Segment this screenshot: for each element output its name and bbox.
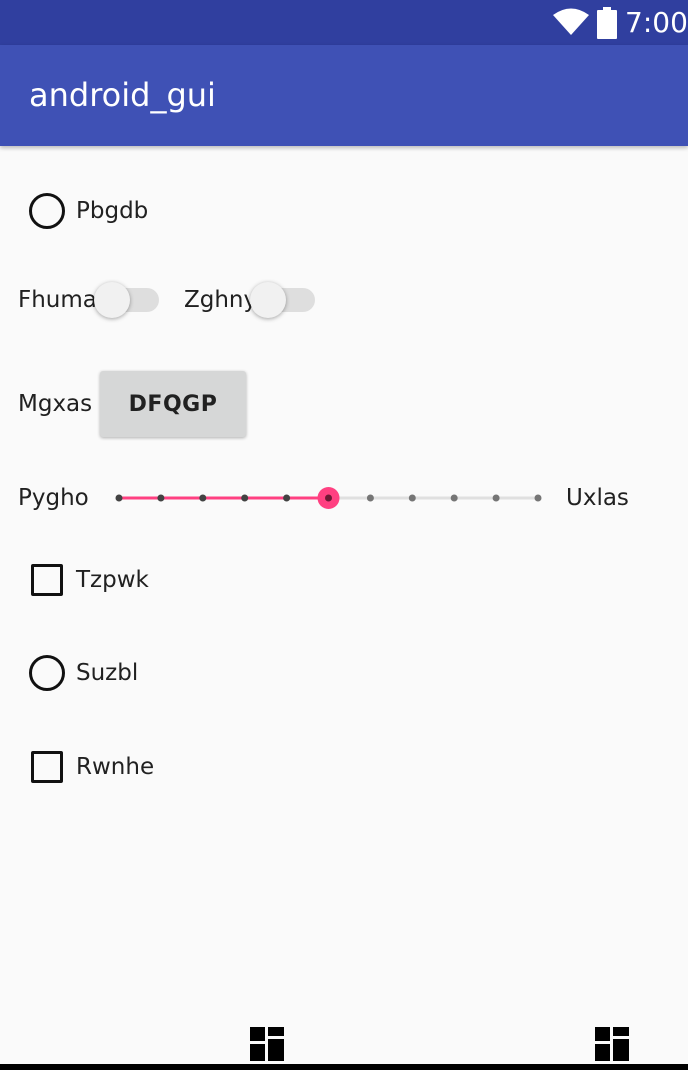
checkbox-label: Rwnhe	[76, 754, 155, 780]
nav-bar-edge	[0, 1064, 688, 1070]
radio-label: Suzbl	[76, 660, 139, 686]
seekbar-tick	[450, 494, 458, 502]
seekbar-tick	[241, 494, 249, 502]
switch-label: Fhuma	[18, 287, 97, 313]
wifi-icon	[553, 8, 589, 35]
seekbar-tick	[366, 494, 374, 502]
seekbar-tick	[115, 494, 123, 502]
checkbox[interactable]	[31, 751, 63, 783]
seekbar-tick	[157, 494, 165, 502]
seekbar-left-label: Pygho	[18, 485, 89, 511]
seekbar-right-label: Uxlas	[566, 485, 629, 511]
app-title: android_gui	[29, 76, 216, 114]
seekbar-tick	[408, 494, 416, 502]
seekbar[interactable]	[108, 478, 553, 518]
button-row-label: Mgxas	[18, 391, 93, 417]
seekbar-tick	[492, 494, 500, 502]
switch-thumb[interactable]	[250, 282, 286, 318]
dfqgp-button[interactable]: DFQGP	[100, 371, 246, 437]
seekbar-thumb-dot	[325, 494, 332, 502]
radio-button[interactable]	[29, 193, 65, 229]
seekbar-tick	[283, 494, 291, 502]
grid-icon[interactable]	[250, 1027, 284, 1061]
status-bar: 7:00	[0, 0, 688, 45]
radio-button[interactable]	[29, 655, 65, 691]
seekbar-tick	[199, 494, 207, 502]
radio-label: Pbgdb	[76, 198, 149, 224]
seekbar-tick	[534, 494, 542, 502]
switch-thumb[interactable]	[94, 282, 130, 318]
battery-icon	[597, 7, 617, 39]
grid-icon[interactable]	[595, 1027, 629, 1061]
checkbox[interactable]	[31, 564, 63, 596]
switch-label: Zghny	[184, 287, 258, 313]
app-bar: android_gui	[0, 45, 688, 146]
status-time: 7:00	[625, 6, 688, 39]
checkbox-label: Tzpwk	[76, 567, 149, 593]
